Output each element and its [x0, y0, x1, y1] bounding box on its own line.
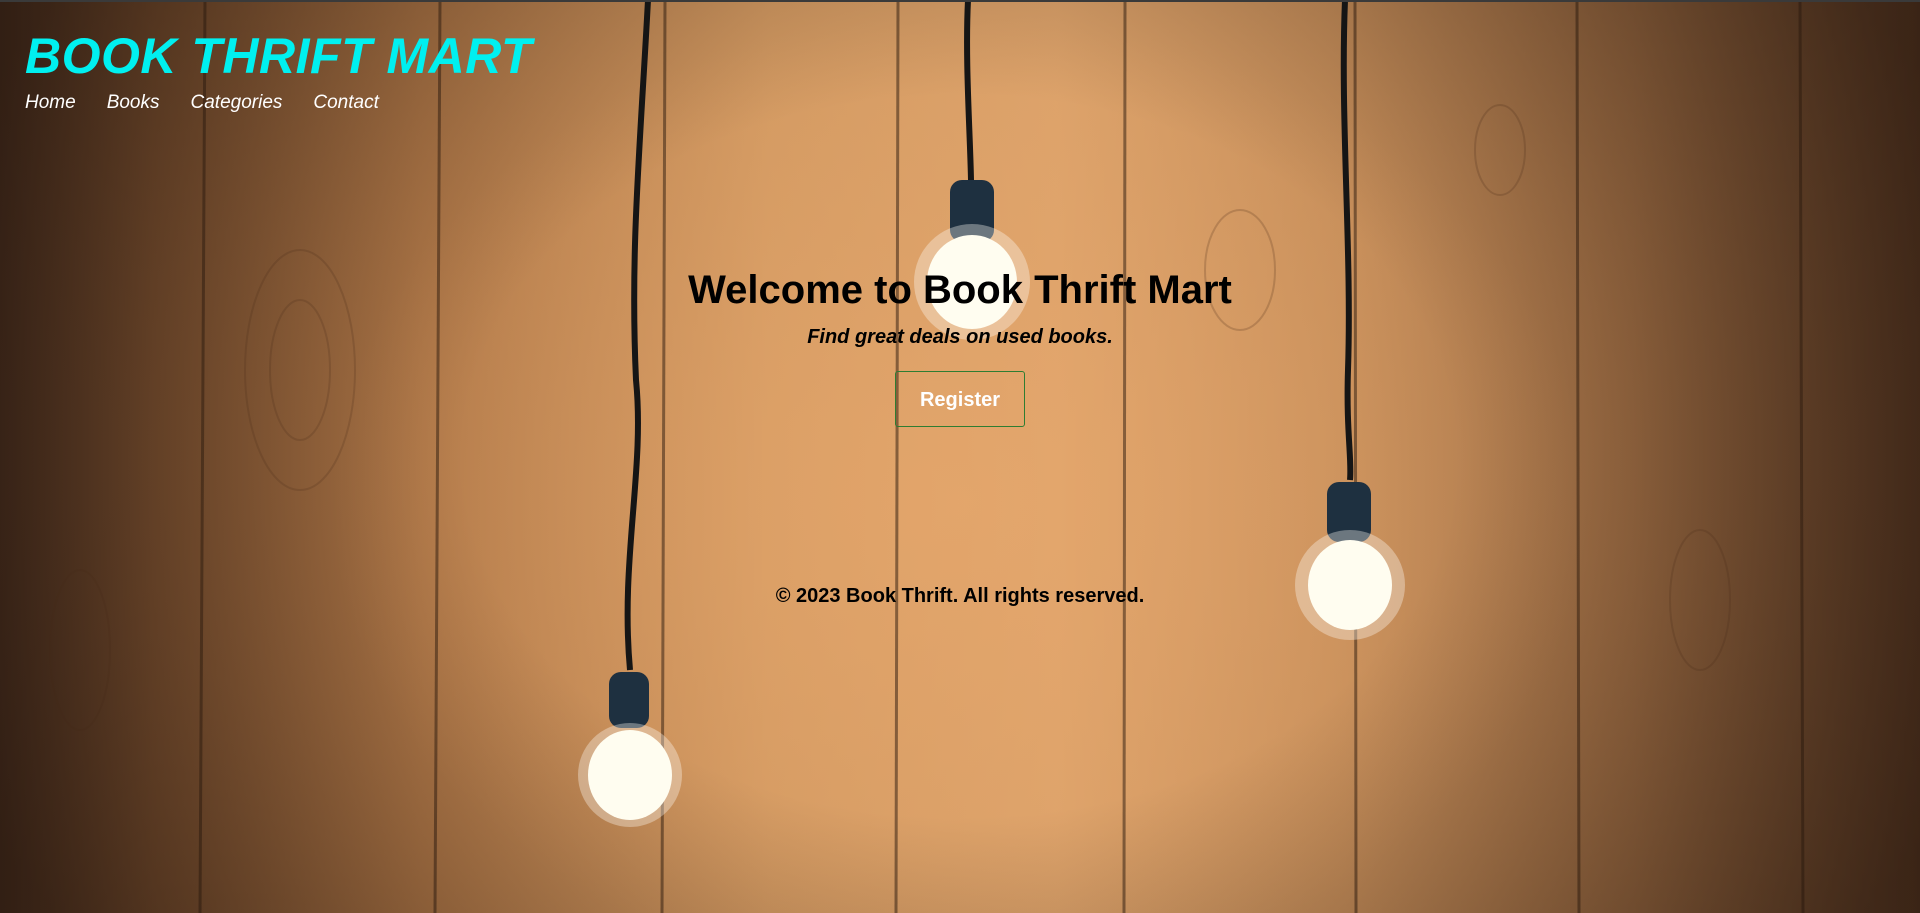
register-button[interactable]: Register: [894, 371, 1026, 427]
main-nav: Home Books Categories Contact: [25, 92, 532, 114]
hanging-bulbs: [578, 0, 1405, 827]
nav-home-link[interactable]: Home: [25, 92, 76, 114]
hero-subheading: Find great deals on used books.: [807, 326, 1113, 348]
site-header: BOOK THRIFT MART Home Books Categories C…: [25, 30, 532, 114]
site-title[interactable]: BOOK THRIFT MART: [25, 30, 532, 82]
top-border: [0, 0, 1920, 2]
nav-categories-link[interactable]: Categories: [191, 92, 283, 114]
hero-heading: Welcome to Book Thrift Mart: [688, 268, 1232, 312]
footer-copyright: © 2023 Book Thrift. All rights reserved.: [775, 585, 1145, 607]
nav-books-link[interactable]: Books: [107, 92, 160, 114]
hero-section: Welcome to Book Thrift Mart Find great d…: [0, 262, 1920, 427]
nav-contact-link[interactable]: Contact: [313, 92, 378, 114]
